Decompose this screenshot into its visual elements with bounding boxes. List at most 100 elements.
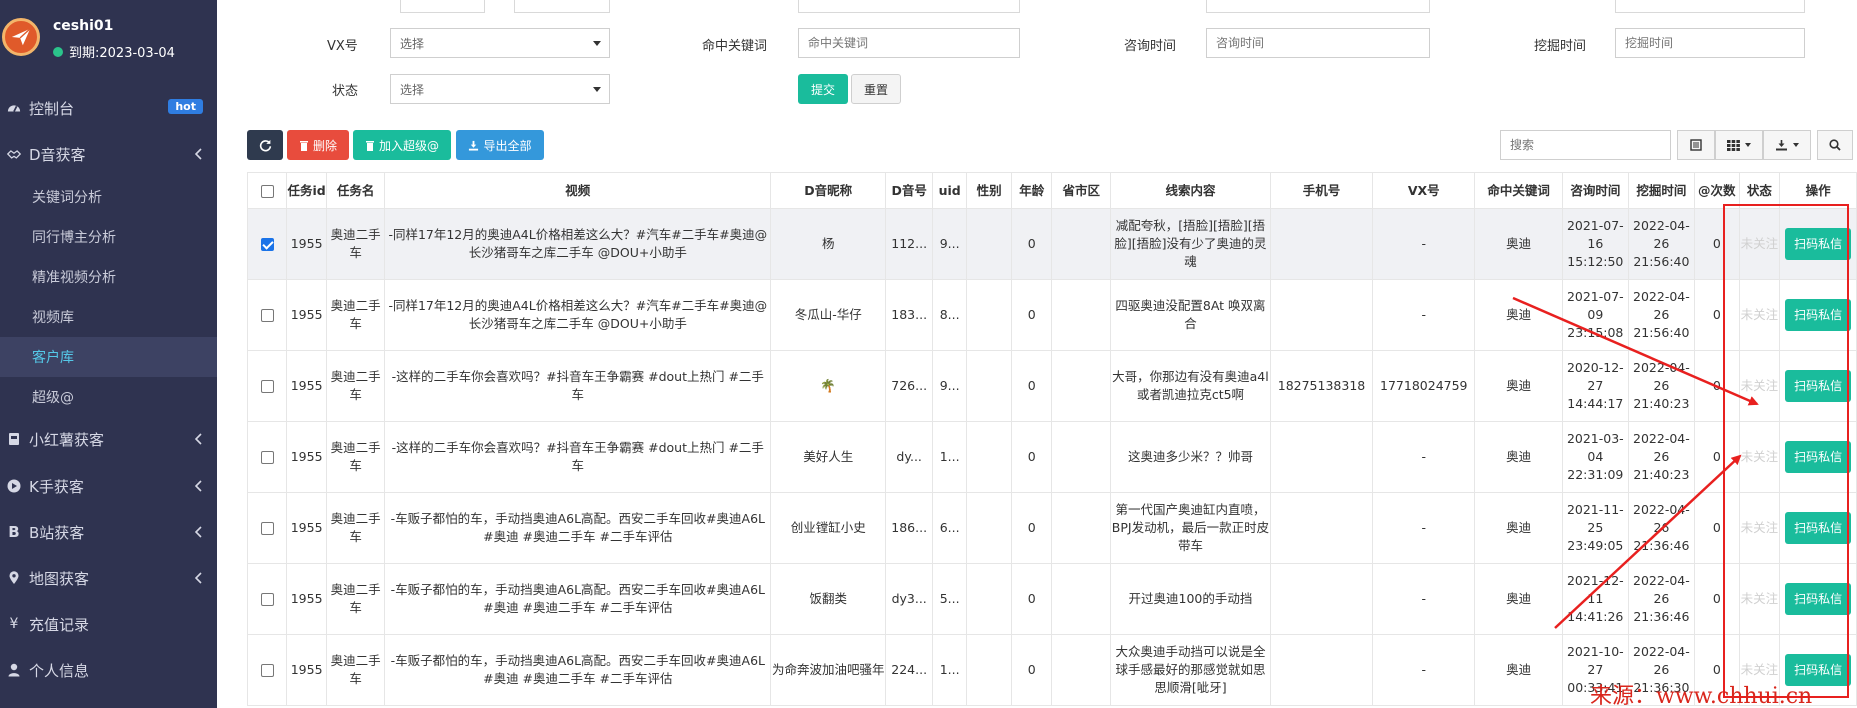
cell-id: 1955 (286, 350, 327, 422)
nav-video-library[interactable]: 视频库 (0, 297, 217, 337)
cell-video[interactable]: -同样17年12月的奥迪A4L价格相差这么大？#汽车#二手车#奥迪@长沙猪哥车之… (384, 208, 772, 280)
consult-time-input[interactable] (1206, 28, 1430, 58)
cell-video[interactable]: -这样的二手车你会喜欢吗？#抖音车王争霸赛 #dout上热门 #二手车 (384, 350, 772, 422)
nav-kuaishou[interactable]: K手获客 (0, 466, 217, 506)
filter-input-top[interactable] (1615, 0, 1805, 13)
toggle-view-button[interactable] (1677, 130, 1715, 160)
table-row[interactable]: 1955 奥迪二手车 -车贩子都怕的车，手动挡奥迪A6L高配。西安二手车回收#奥迪A… (246, 492, 1857, 564)
col-header[interactable]: D音昵称 (770, 172, 887, 209)
add-super-at-button[interactable]: 加入超级@ (353, 130, 451, 160)
paper-plane-icon (11, 28, 31, 46)
nav-xiaohongshu[interactable]: 小红薯获客 (0, 419, 217, 459)
row-checkbox[interactable] (260, 238, 274, 251)
columns-button[interactable] (1715, 130, 1763, 160)
caret-down-icon (593, 87, 601, 92)
mine-time-input[interactable] (1615, 28, 1805, 58)
delete-button[interactable]: 删除 (287, 130, 349, 160)
cell-video[interactable]: -这样的二手车你会喜欢吗？#抖音车王争霸赛 #dout上热门 #二手车 (384, 421, 772, 493)
status-select[interactable]: 选择 (390, 74, 610, 104)
row-checkbox[interactable] (260, 664, 274, 677)
export-menu-button[interactable] (1763, 130, 1811, 160)
table-row[interactable]: 1955 奥迪二手车 -这样的二手车你会喜欢吗？#抖音车王争霸赛 #dout上热门 … (246, 421, 1857, 493)
table-row[interactable]: 1955 奥迪二手车 -同样17年12月的奥迪A4L价格相差这么大？#汽车#二手车#… (246, 208, 1857, 280)
col-header[interactable]: 命中关键词 (1474, 172, 1563, 209)
cell-gender (966, 492, 1012, 564)
cell-consult: 2021-11-25 23:49:05 (1561, 492, 1629, 564)
nav-peer-blogger-analysis[interactable]: 同行博主分析 (0, 217, 217, 257)
row-checkbox[interactable] (260, 451, 274, 464)
table-search-input[interactable] (1500, 130, 1671, 160)
cell-id: 1955 (286, 492, 327, 564)
row-select-cell[interactable] (246, 350, 288, 422)
cell-uid: 9... (932, 208, 968, 280)
cell-clue: 这奥迪多少米？？帅哥 (1110, 421, 1271, 493)
nav-customer-library[interactable]: 客户库 (0, 337, 217, 377)
table-row[interactable]: 1955 奥迪二手车 -这样的二手车你会喜欢吗？#抖音车王争霸赛 #dout上热门 … (246, 350, 1857, 422)
submit-button[interactable]: 提交 (798, 74, 848, 104)
download-icon (469, 140, 479, 151)
search-button[interactable] (1817, 130, 1853, 160)
col-header[interactable]: 任务id (286, 172, 327, 209)
vx-select[interactable]: 选择 (390, 28, 610, 58)
nav-douyin[interactable]: D音获客 (0, 134, 217, 174)
cell-video[interactable]: -车贩子都怕的车，手动挡奥迪A6L高配。西安二手车回收#奥迪A6L #奥迪 #奥… (384, 492, 772, 564)
cell-nickname: 饭翻类 (770, 563, 887, 635)
filter-input-top[interactable] (514, 0, 610, 13)
cell-uid: 5... (932, 563, 968, 635)
add-super-at-label: 加入超级@ (378, 138, 439, 153)
nav-dashboard[interactable]: 控制台 hot (0, 88, 217, 128)
nav-bilibili[interactable]: B B站获客 (0, 512, 217, 552)
col-header[interactable]: uid (932, 172, 968, 209)
row-checkbox[interactable] (260, 309, 274, 322)
avatar[interactable] (2, 18, 40, 56)
keyword-input[interactable] (798, 28, 1020, 58)
row-checkbox[interactable] (260, 380, 274, 393)
nav-keyword-analysis[interactable]: 关键词分析 (0, 177, 217, 217)
filter-input-top[interactable] (798, 0, 1020, 13)
col-header[interactable]: VX号 (1372, 172, 1476, 209)
export-all-button[interactable]: 导出全部 (456, 130, 544, 160)
cell-age: 0 (1010, 492, 1053, 564)
nav-profile[interactable]: 个人信息 (0, 650, 217, 690)
col-header[interactable]: 视频 (384, 172, 772, 209)
filter-input-top[interactable] (400, 0, 485, 13)
col-header[interactable]: 线索内容 (1110, 172, 1271, 209)
row-checkbox[interactable] (260, 522, 274, 535)
filter-input-top[interactable] (1206, 0, 1430, 13)
nav-super-at[interactable]: 超级@ (0, 377, 217, 417)
col-header[interactable]: 年龄 (1010, 172, 1053, 209)
delete-label: 删除 (312, 138, 337, 153)
col-header[interactable]: 省市区 (1051, 172, 1112, 209)
row-checkbox[interactable] (260, 593, 274, 606)
table-row[interactable]: 1955 奥迪二手车 -车贩子都怕的车，手动挡奥迪A6L高配。西安二手车回收#奥迪A… (246, 563, 1857, 635)
row-select-cell[interactable] (246, 208, 288, 280)
cell-consult: 2021-07-16 15:12:50 (1561, 208, 1629, 280)
col-header[interactable]: D音号 (885, 172, 934, 209)
nav-map[interactable]: 地图获客 (0, 558, 217, 598)
row-select-cell[interactable] (246, 421, 288, 493)
row-select-cell[interactable] (246, 492, 288, 564)
select-all-cell[interactable] (246, 172, 288, 209)
cell-video[interactable]: -车贩子都怕的车，手动挡奥迪A6L高配。西安二手车回收#奥迪A6L #奥迪 #奥… (384, 563, 772, 635)
cell-video[interactable]: -车贩子都怕的车，手动挡奥迪A6L高配。西安二手车回收#奥迪A6L #奥迪 #奥… (384, 634, 772, 706)
col-header[interactable]: 咨询时间 (1561, 172, 1629, 209)
reset-button[interactable]: 重置 (851, 74, 901, 104)
row-select-cell[interactable] (246, 634, 288, 706)
row-select-cell[interactable] (246, 279, 288, 351)
cell-age: 0 (1010, 421, 1053, 493)
cell-video[interactable]: -同样17年12月的奥迪A4L价格相差这么大？#汽车#二手车#奥迪@长沙猪哥车之… (384, 279, 772, 351)
col-header[interactable]: 挖掘时间 (1627, 172, 1695, 209)
refresh-button[interactable] (247, 130, 283, 160)
nav-video-analysis[interactable]: 精准视频分析 (0, 257, 217, 297)
table-row[interactable]: 1955 奥迪二手车 -同样17年12月的奥迪A4L价格相差这么大？#汽车#二手车#… (246, 279, 1857, 351)
consult-time-label: 咨询时间 (1124, 39, 1177, 54)
col-header[interactable]: 手机号 (1269, 172, 1374, 209)
cell-age: 0 (1010, 634, 1053, 706)
row-select-cell[interactable] (246, 563, 288, 635)
col-header[interactable]: 性别 (966, 172, 1012, 209)
col-header[interactable]: 任务名 (325, 172, 386, 209)
cell-id: 1955 (286, 563, 327, 635)
nav-label: B站获客 (29, 523, 85, 542)
nav-recharge[interactable]: ¥ 充值记录 (0, 604, 217, 644)
select-all-checkbox[interactable] (260, 184, 274, 198)
